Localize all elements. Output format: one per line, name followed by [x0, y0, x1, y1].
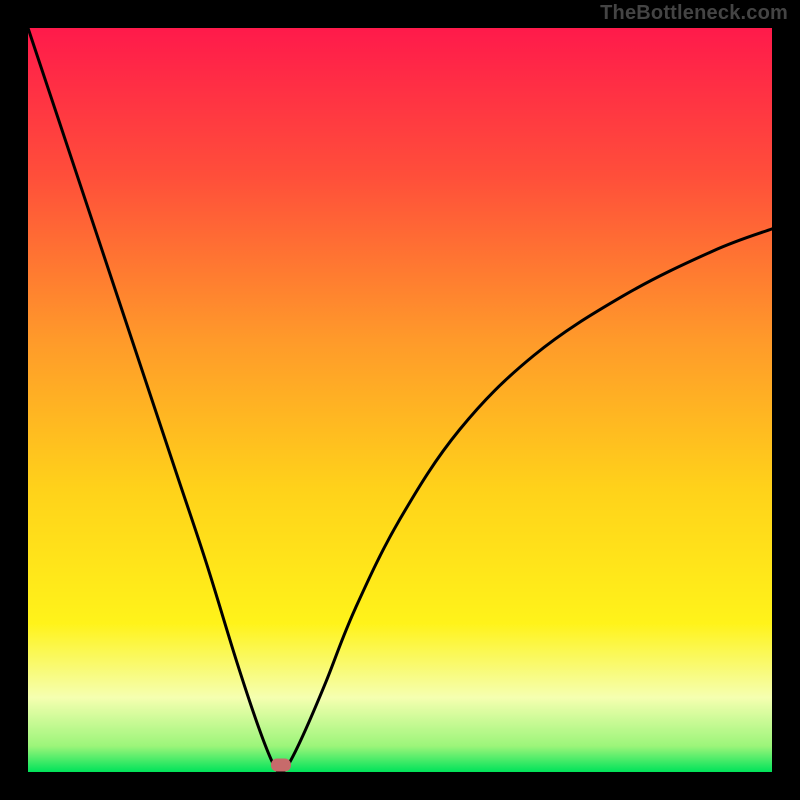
plot-background: [28, 28, 772, 772]
optimum-marker: [271, 759, 291, 772]
chart-frame: TheBottleneck.com: [0, 0, 800, 800]
watermark-text: TheBottleneck.com: [600, 2, 788, 25]
bottleneck-chart: [0, 0, 800, 800]
